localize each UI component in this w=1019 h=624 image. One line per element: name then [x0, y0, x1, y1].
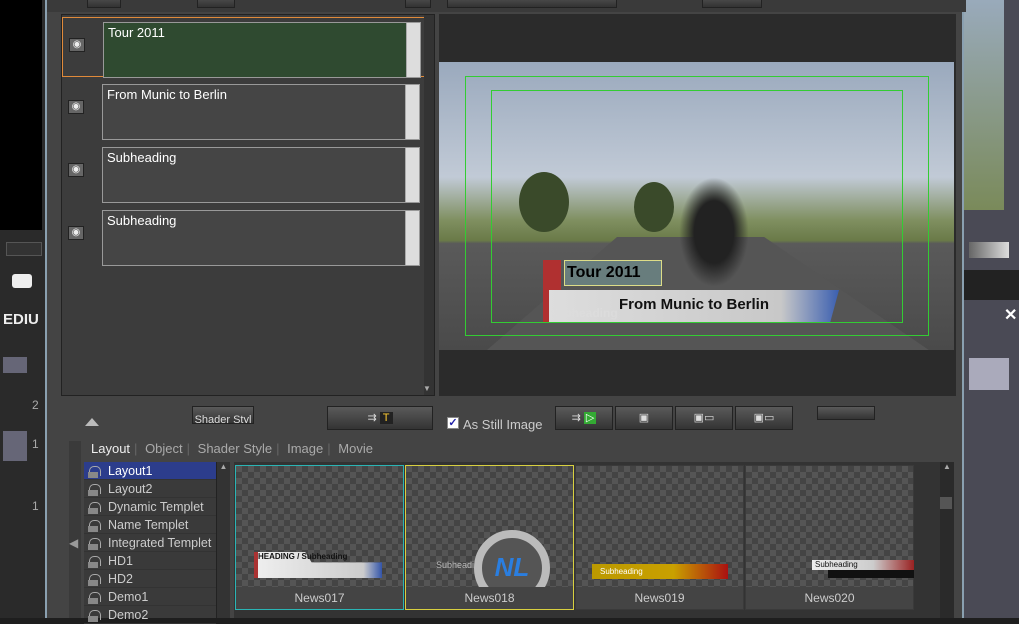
template-gallery: HEADING / Subheading News017 Subheading … — [234, 462, 940, 618]
export-icon[interactable]: ▣▭ — [735, 406, 793, 430]
text-field[interactable]: Tour 2011 — [103, 22, 421, 78]
background-editor-left: EDIU 2 1 1 — [0, 0, 45, 618]
text-field[interactable]: Subheading — [102, 147, 420, 203]
unlock-icon — [88, 556, 101, 568]
save-icon[interactable]: ▣ — [615, 406, 673, 430]
panel-scrollbar[interactable] — [424, 15, 434, 395]
scrollbar[interactable] — [406, 23, 420, 77]
text-field[interactable]: From Munic to Berlin — [102, 84, 420, 140]
thumbnail[interactable]: Subheading News020 — [745, 465, 914, 610]
tape-icon[interactable] — [12, 274, 32, 288]
list-item[interactable]: Demo2 — [84, 606, 216, 624]
list-item[interactable]: HD1 — [84, 552, 216, 570]
text-row[interactable]: ◉ Tour 2011 — [62, 17, 434, 78]
list-item[interactable]: Layout1 — [84, 462, 216, 480]
title-editor-dialog: ◉ Tour 2011 ◉ From Munic to Berlin ◉ Sub… — [45, 0, 966, 624]
apply-text-button[interactable]: ⇉ T — [327, 406, 433, 430]
save-as-icon[interactable]: ▣▭ — [675, 406, 733, 430]
collapse-up-icon[interactable] — [85, 418, 99, 426]
text-row[interactable]: ◉ Subheading — [62, 143, 434, 203]
unlock-icon — [88, 520, 101, 532]
as-still-image-checkbox[interactable]: ✓ — [447, 417, 459, 429]
track-label: 2 — [32, 398, 39, 412]
unlock-icon — [88, 484, 101, 496]
heading-text-selected[interactable]: Tour 2011 — [564, 260, 662, 286]
unlock-icon — [88, 502, 101, 514]
as-still-image-label: As Still Image — [463, 417, 543, 432]
thumbnail[interactable]: Subheading NL News018 — [405, 465, 574, 610]
background-editor-right: ✕ — [964, 0, 1019, 618]
toolbar-button[interactable] — [702, 0, 762, 8]
gallery-scrollbar[interactable]: ▲ — [940, 462, 954, 618]
preview-panel: From Munic to Berlin Tour 2011 Subheadin… — [439, 14, 956, 396]
toolbar-button[interactable] — [87, 0, 121, 8]
list-item[interactable]: Name Templet — [84, 516, 216, 534]
editor-brand: EDIU — [3, 311, 39, 328]
tab-movie[interactable]: Movie — [338, 441, 373, 456]
subheading-text[interactable]: Subheading — [549, 306, 618, 320]
eye-icon[interactable]: ◉ — [69, 38, 85, 52]
track-label: 1 — [32, 499, 39, 513]
scroll-down-icon[interactable]: ▼ — [423, 384, 433, 394]
tab-layout[interactable]: Layout — [91, 441, 130, 456]
list-item[interactable]: HD2 — [84, 570, 216, 588]
list-item[interactable]: Layout2 — [84, 480, 216, 498]
thumbnail[interactable]: HEADING / Subheading News017 — [235, 465, 404, 610]
text-object-list: ◉ Tour 2011 ◉ From Munic to Berlin ◉ Sub… — [61, 14, 435, 396]
list-item[interactable]: Demo1 — [84, 588, 216, 606]
library-tabs: Layout | Object | Shader Style | Image | Mov… — [91, 441, 373, 456]
scrollbar[interactable] — [405, 148, 419, 202]
eye-icon[interactable]: ◉ — [68, 163, 84, 177]
list-item[interactable]: Dynamic Templet — [84, 498, 216, 516]
shader-style-button[interactable]: Shader Styl — [192, 406, 254, 424]
toolbar-button[interactable] — [405, 0, 431, 8]
tab-shader-style[interactable]: Shader Style — [198, 441, 272, 456]
track-label: 1 — [32, 437, 39, 451]
text-field[interactable]: Subheading — [102, 210, 420, 266]
list-scrollbar[interactable]: ▲ — [216, 462, 230, 618]
eye-icon[interactable]: ◉ — [68, 226, 84, 240]
scrollbar[interactable] — [405, 211, 419, 265]
unlock-icon — [88, 538, 101, 550]
text-row[interactable]: ◉ Subheading — [62, 206, 434, 266]
top-toolbar — [47, 0, 966, 12]
eye-icon[interactable]: ◉ — [68, 100, 84, 114]
unlock-icon — [88, 574, 101, 586]
toolbar-button-group[interactable] — [447, 0, 617, 8]
close-icon[interactable]: ✕ — [1004, 305, 1017, 325]
tab-object[interactable]: Object — [145, 441, 183, 456]
thumbnail-art: HEADING / Subheading — [258, 552, 348, 561]
thumbnail[interactable]: Subheading News019 — [575, 465, 744, 610]
unlock-icon — [88, 466, 101, 478]
output-button[interactable] — [817, 406, 875, 420]
tab-image[interactable]: Image — [287, 441, 323, 456]
layout-list: Layout1 Layout2 Dynamic Templet Name Tem… — [84, 462, 216, 624]
play-button[interactable]: ⇉ ▷ — [555, 406, 613, 430]
text-row[interactable]: ◉ From Munic to Berlin — [62, 80, 434, 140]
unlock-icon — [88, 592, 101, 604]
list-item[interactable]: Integrated Templet — [84, 534, 216, 552]
toolbar-button[interactable] — [197, 0, 235, 8]
scrollbar[interactable] — [405, 85, 419, 139]
video-preview[interactable]: From Munic to Berlin Tour 2011 Subheadin… — [439, 62, 954, 350]
unlock-icon — [88, 610, 101, 622]
collapse-left-handle[interactable]: ◀ — [69, 441, 81, 618]
